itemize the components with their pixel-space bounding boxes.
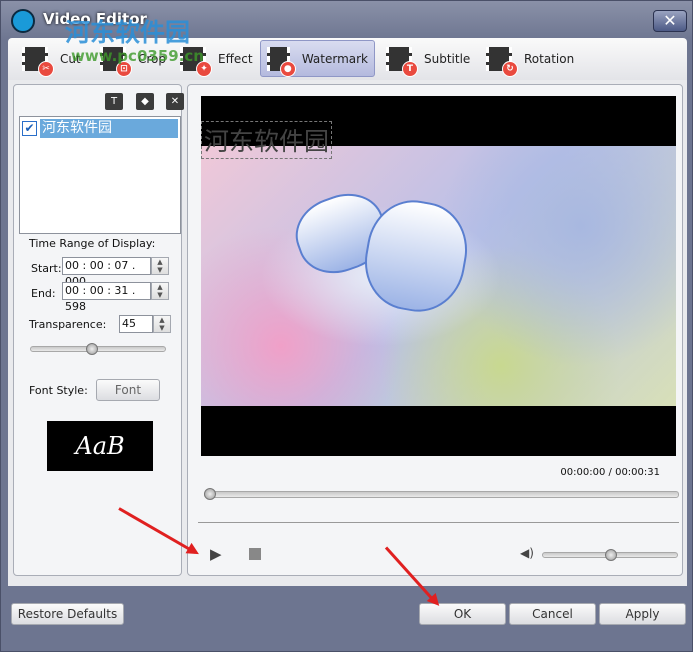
tab-effect[interactable]: ✦ Effect	[174, 40, 259, 77]
watermark-list: ✔ 河东软件园	[19, 116, 181, 234]
tab-crop[interactable]: ⊡ Crop	[94, 40, 172, 77]
video-preview: 河东软件园	[201, 96, 676, 456]
divider	[198, 522, 679, 523]
transparence-slider-thumb[interactable]	[85, 343, 98, 355]
font-style-label: Font Style:	[29, 384, 88, 397]
volume-thumb[interactable]	[605, 549, 617, 561]
tab-watermark[interactable]: ● Watermark	[260, 40, 375, 77]
end-label: End:	[31, 287, 56, 300]
effect-icon: ✦	[180, 46, 212, 77]
volume-icon[interactable]: ◀)	[520, 546, 534, 560]
tab-rotation[interactable]: ↻ Rotation	[480, 40, 580, 77]
preview-panel: 河东软件园 00:00:00 / 00:00:31 ▶ ◀)	[187, 84, 683, 576]
watermark-overlay[interactable]: 河东软件园	[201, 121, 333, 159]
start-label: Start:	[31, 262, 62, 275]
add-image-watermark-button[interactable]: ◆	[136, 93, 154, 110]
cut-icon: ✂	[22, 46, 54, 77]
add-text-watermark-button[interactable]: T	[105, 93, 123, 110]
subtitle-icon: T	[386, 46, 418, 77]
start-time-stepper[interactable]: ▲ ▼	[151, 257, 169, 275]
transparence-input[interactable]: 45	[119, 315, 153, 333]
watermark-settings-panel: T ◆ ✕ ✔ 河东软件园 Time Range of Display: Sta…	[13, 84, 184, 576]
video-frame	[201, 146, 676, 406]
video-editor-window: Video Editor ✕ ✂ Cut ⊡ Crop ✦ Effect ● Water…	[0, 0, 693, 652]
apply-button[interactable]: Apply	[599, 603, 686, 625]
transparence-slider[interactable]	[30, 346, 166, 352]
watermark-checkbox[interactable]: ✔	[22, 121, 37, 136]
transparence-stepper[interactable]: ▲ ▼	[153, 315, 171, 333]
stop-button[interactable]	[249, 548, 261, 560]
list-item[interactable]: ✔ 河东软件园	[22, 119, 178, 138]
seek-bar[interactable]	[204, 491, 679, 498]
time-range-label: Time Range of Display:	[29, 237, 156, 250]
close-button[interactable]: ✕	[653, 10, 687, 32]
font-preview: AaB	[47, 421, 153, 471]
seek-thumb[interactable]	[204, 488, 216, 500]
font-button[interactable]: Font	[96, 379, 160, 401]
transparence-label: Transparence:	[29, 318, 107, 331]
editor-body: T ◆ ✕ ✔ 河东软件园 Time Range of Display: Sta…	[8, 80, 687, 586]
restore-defaults-button[interactable]: Restore Defaults	[11, 603, 124, 625]
end-time-stepper[interactable]: ▲ ▼	[151, 282, 169, 300]
end-time-input[interactable]: 00 : 00 : 31 . 598	[62, 282, 151, 313]
time-display: 00:00:00 / 00:00:31	[560, 467, 660, 478]
play-button[interactable]: ▶	[210, 545, 222, 563]
delete-watermark-button[interactable]: ✕	[166, 93, 184, 110]
window-title: Video Editor	[43, 10, 147, 28]
tab-subtitle[interactable]: T Subtitle	[380, 40, 476, 77]
start-time-input[interactable]: 00 : 00 : 07 . 000	[62, 257, 151, 288]
tab-cut[interactable]: ✂ Cut	[16, 40, 87, 77]
watermark-icon: ●	[267, 46, 296, 77]
crop-icon: ⊡	[100, 46, 132, 77]
editor-toolbar: ✂ Cut ⊡ Crop ✦ Effect ● Watermark T Subtitle …	[8, 38, 687, 80]
app-logo-icon	[11, 9, 35, 33]
rotation-icon: ↻	[486, 46, 518, 77]
cancel-button[interactable]: Cancel	[509, 603, 596, 625]
